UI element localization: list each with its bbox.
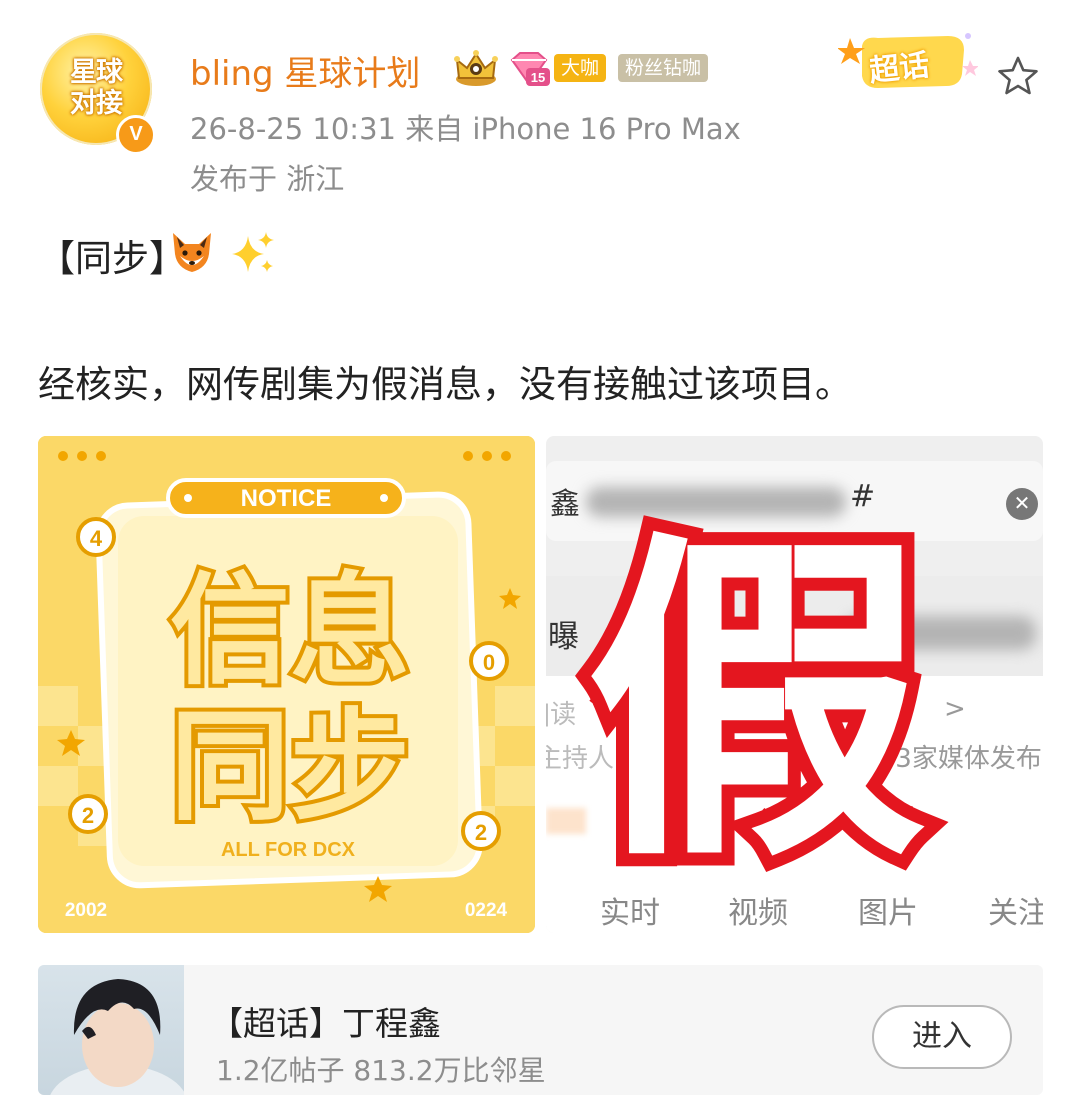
- year-right: 0224: [465, 900, 508, 921]
- crown-icon: [454, 50, 498, 86]
- topic-avatar: [38, 965, 184, 1095]
- corner-digit-r: 0: [483, 650, 495, 675]
- corner-digit-bl: 2: [82, 803, 94, 828]
- poster-footer: ALL FOR DCX: [221, 839, 356, 861]
- chaohua-label: 超话: [867, 47, 932, 90]
- avatar-text-line1: 星球: [70, 57, 123, 88]
- post-image-fake[interactable]: 鑫 # ✕ 曝 ]读 134 > 主持人 呀 | 3家媒体发布 实时 视频 图片…: [546, 436, 1043, 933]
- poster-title-top: 信息: [170, 562, 410, 701]
- badge-big: 大咖: [554, 54, 607, 82]
- svg-text:15: 15: [531, 70, 545, 85]
- fox-emoji: [173, 233, 211, 272]
- post-body: 经核实，网传剧集为假消息，没有接触过该项目。: [38, 363, 852, 406]
- fake-stamp: 假: [573, 493, 939, 915]
- poster-title-bottom: 同步: [170, 698, 410, 837]
- post-location: 发布于 浙江: [190, 162, 345, 196]
- post-tag: 【同步】: [38, 237, 186, 280]
- enter-button[interactable]: 进入: [872, 1005, 1012, 1069]
- topic-stats: 1.2亿帖子 813.2万比邻星: [216, 1054, 546, 1087]
- corner-digit-br: 2: [475, 820, 487, 845]
- post-image-notice[interactable]: NOTICE 4 0 2 2 信息 同步 ALL FOR DCX 2002 02…: [38, 436, 535, 933]
- avatar-text: 星球 对接: [40, 57, 152, 119]
- corner-digit-tl: 4: [90, 526, 103, 551]
- chaohua-badge[interactable]: 超话: [838, 30, 978, 94]
- verified-icon: V: [116, 115, 156, 155]
- year-left: 2002: [65, 900, 107, 921]
- username[interactable]: bling 星球计划: [190, 46, 420, 95]
- sparkles-emoji: [232, 232, 274, 272]
- badge-fan-diamond: 粉丝钻咖: [618, 54, 709, 82]
- notice-label: NOTICE: [241, 485, 332, 512]
- post-meta: 26-8-25 10:31 来自 iPhone 16 Pro Max: [190, 112, 741, 146]
- fake-stamp-text: 假: [586, 506, 926, 902]
- star-icon[interactable]: [996, 54, 1040, 98]
- topic-title: 【超话】丁程鑫: [210, 1004, 441, 1043]
- level-diamond-icon: 15: [510, 52, 550, 86]
- super-topic-card[interactable]: 【超话】丁程鑫 1.2亿帖子 813.2万比邻星 进入: [38, 965, 1043, 1095]
